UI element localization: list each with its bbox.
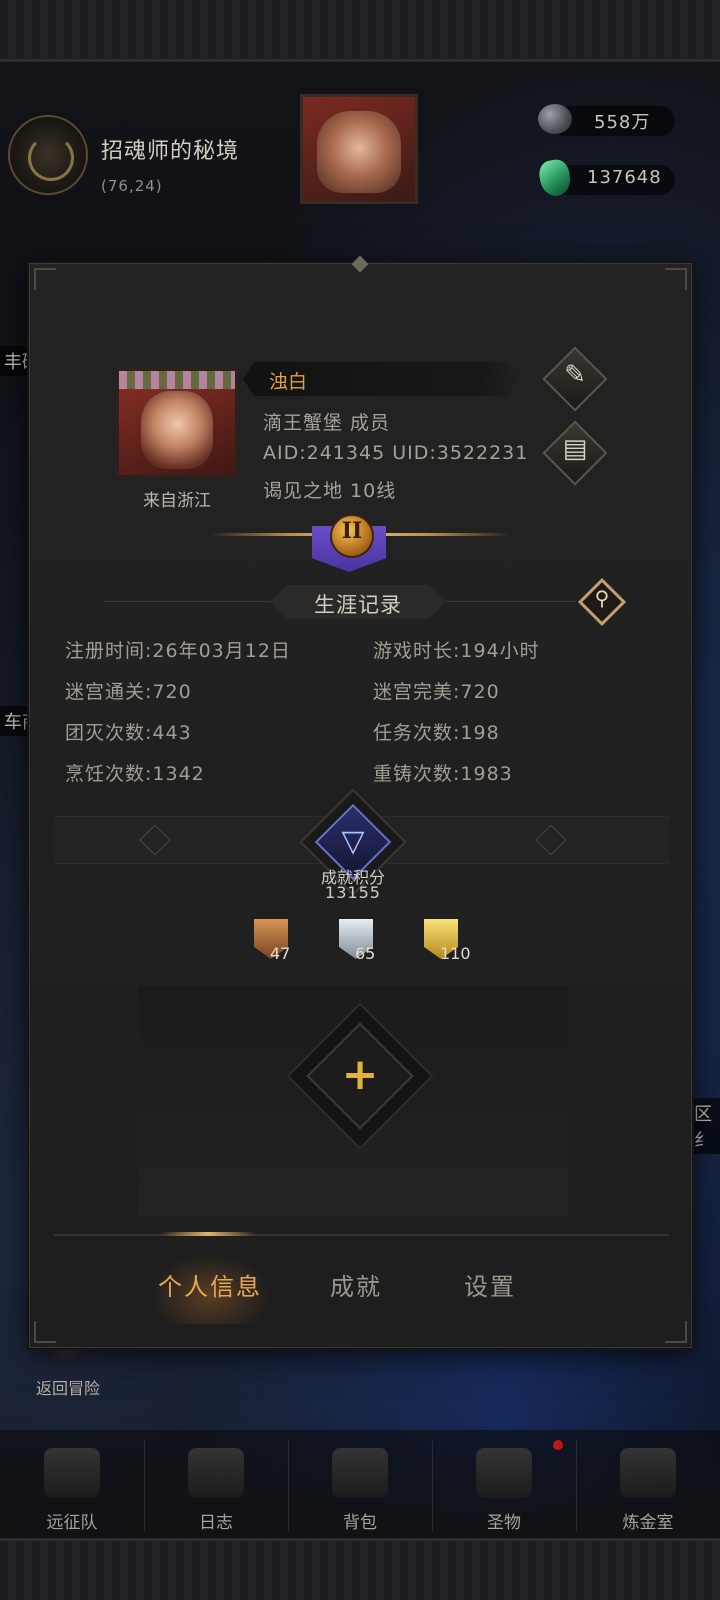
achievement-score: 13155 <box>325 883 381 902</box>
location-coords: (76,24) <box>101 177 163 195</box>
panel-corner <box>34 268 56 290</box>
feather-icon: ✎ <box>564 360 586 390</box>
alchemy-icon <box>620 1448 676 1498</box>
nav-label: 圣物 <box>487 1513 521 1533</box>
player-ids: AID:241345 UID:3522231 <box>263 442 529 464</box>
stat-value: 194小时 <box>460 640 540 662</box>
stat-wipes: 团灭次数:443 <box>65 718 192 745</box>
nav-label: 远征队 <box>46 1513 98 1533</box>
journal-icon <box>188 1448 244 1498</box>
active-tab-indicator <box>160 1232 256 1236</box>
stat-cooking: 烹饪次数:1342 <box>65 759 205 786</box>
silver-coin-icon <box>538 104 572 134</box>
stat-reforge: 重铸次数:1983 <box>373 759 513 786</box>
stat-maze-perfect: 迷宫完美:720 <box>373 677 500 704</box>
panel-corner <box>665 268 687 290</box>
stat-register-time: 注册时间:26年03月12日 <box>65 636 291 663</box>
viking-helmet-icon <box>44 1448 100 1498</box>
magnifier-icon: ⚲ <box>594 586 610 610</box>
avatar-face <box>141 391 213 469</box>
player-name: 浊白 <box>269 371 308 393</box>
backpack-icon <box>332 1448 388 1498</box>
player-origin: 来自浙江 <box>143 491 211 511</box>
return-adventure-label[interactable]: 返回冒险 <box>36 1375 100 1399</box>
stat-label: 团灭次数: <box>65 722 153 744</box>
nav-alchemy[interactable]: 炼金室 <box>576 1430 720 1538</box>
location-emblem-icon[interactable] <box>8 115 88 195</box>
nav-backpack[interactable]: 背包 <box>288 1430 432 1538</box>
stat-label: 注册时间: <box>65 640 153 662</box>
stat-quests: 任务次数:198 <box>373 718 500 745</box>
tab-divider <box>54 1234 669 1236</box>
stat-label: 迷宫完美: <box>373 681 461 703</box>
section-line-right <box>446 601 576 602</box>
notification-dot <box>553 1440 563 1450</box>
tab-settings[interactable]: 设置 <box>420 1267 560 1302</box>
triangle-icon: ▽ <box>341 824 365 859</box>
panel-corner <box>665 1321 687 1343</box>
nav-label: 炼金室 <box>622 1513 674 1533</box>
stat-value: 26年03月12日 <box>152 640 291 662</box>
stat-play-time: 游戏时长:194小时 <box>373 636 540 663</box>
gold-count: 110 <box>440 944 471 963</box>
tab-achievements[interactable]: 成就 <box>286 1267 426 1302</box>
portrait-face <box>317 111 401 193</box>
stat-maze-clear: 迷宫通关:720 <box>65 677 192 704</box>
stat-label: 游戏时长: <box>373 640 461 662</box>
side-label-right-1[interactable]: 区纟 <box>690 1098 720 1154</box>
player-avatar[interactable] <box>116 368 238 478</box>
stat-value: 720 <box>152 681 192 703</box>
section-line-left <box>104 601 270 602</box>
player-info-panel: 来自浙江 浊白 滴王蟹堡 成员 AID:241345 UID:3522231 谒… <box>29 255 692 1348</box>
stat-label: 烹饪次数: <box>65 763 153 785</box>
location-name: 招魂师的秘境 <box>101 139 240 164</box>
gem-amount: 137648 <box>587 167 662 188</box>
stat-label: 迷宫通关: <box>65 681 153 703</box>
tab-personal-info[interactable]: 个人信息 <box>140 1267 280 1302</box>
nav-label: 日志 <box>199 1513 233 1533</box>
career-title: 生涯记录 <box>314 593 402 617</box>
player-portrait-top[interactable] <box>300 94 418 204</box>
plus-icon: + <box>341 1049 379 1100</box>
rank-numeral: II <box>341 518 363 544</box>
stat-value: 1342 <box>152 763 205 785</box>
stat-value: 1983 <box>460 763 513 785</box>
top-frame <box>0 0 720 62</box>
stat-label: 重铸次数: <box>373 763 461 785</box>
nav-label: 背包 <box>343 1513 377 1533</box>
guild-membership: 滴王蟹堡 成员 <box>263 412 391 434</box>
nav-journal[interactable]: 日志 <box>144 1430 288 1538</box>
nav-expedition[interactable]: 远征队 <box>0 1430 144 1538</box>
stat-label: 任务次数: <box>373 722 461 744</box>
stat-value: 443 <box>152 722 192 744</box>
panel-corner <box>34 1321 56 1343</box>
relic-icon <box>476 1448 532 1498</box>
scroll-icon: ▤ <box>562 434 588 464</box>
silver-amount: 558万 <box>594 112 651 133</box>
bottom-frame <box>0 1538 720 1600</box>
silver-count: 65 <box>355 944 376 963</box>
server-line: 谒见之地 10线 <box>263 480 397 502</box>
bronze-count: 47 <box>270 944 291 963</box>
stat-value: 198 <box>460 722 500 744</box>
stat-value: 720 <box>460 681 500 703</box>
